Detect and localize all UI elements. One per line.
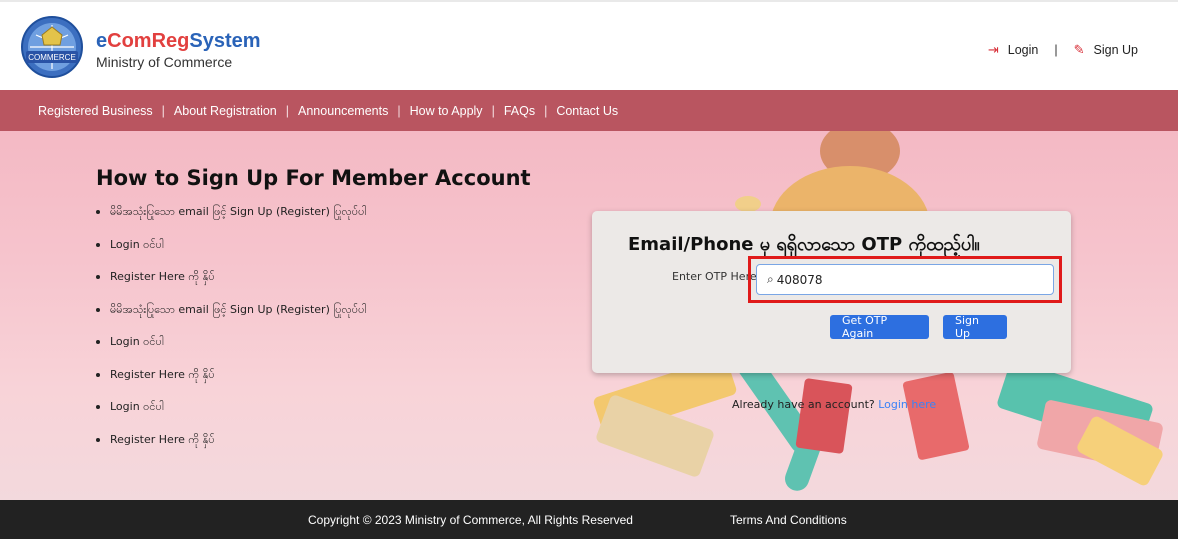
list-item: မိမိအသုံးပြုသော email ဖြင့် Sign Up (Reg… <box>96 302 366 335</box>
brand-title[interactable]: eComRegSystem <box>96 30 261 52</box>
illustration-shopping-bag <box>902 371 970 461</box>
step-text: Register Here ကို နှိပ် <box>110 270 215 283</box>
ministry-subtitle: Ministry of Commerce <box>96 54 233 70</box>
brand-part-comreg: ComReg <box>107 30 190 52</box>
bullet-icon <box>96 405 100 409</box>
bullet-icon <box>96 275 100 279</box>
bullet-icon <box>96 340 100 344</box>
nav-faqs[interactable]: FAQs <box>504 104 535 118</box>
brand-part-e: e <box>96 30 108 52</box>
already-text: Already have an account? <box>732 398 875 411</box>
otp-card: Email/Phone မှ ရရှိလာသော OTP ကိုထည့်ပါ။ … <box>592 211 1071 373</box>
get-otp-again-button[interactable]: Get OTP Again <box>830 314 929 340</box>
list-item: Register Here ကို နှိပ် <box>96 432 366 465</box>
otp-input-value: 408078 <box>776 272 823 287</box>
otp-highlight-box: ⌕ 408078 <box>748 256 1062 303</box>
otp-heading: Email/Phone မှ ရရှိလာသော OTP ကိုထည့်ပါ။ <box>628 234 980 255</box>
illustration-bubble <box>735 196 761 212</box>
signup-link[interactable]: Sign Up <box>1094 43 1138 57</box>
nav-separator: | <box>397 103 401 118</box>
brand-part-system: System <box>189 30 261 52</box>
top-header: COMMERCE eComRegSystem Ministry of Comme… <box>0 0 1178 87</box>
nav-separator: | <box>161 103 165 118</box>
terms-link[interactable]: Terms And Conditions <box>730 513 847 527</box>
list-item: မိမိအသုံးပြုသော email ဖြင့် Sign Up (Reg… <box>96 204 366 237</box>
svg-text:COMMERCE: COMMERCE <box>28 53 76 62</box>
edit-icon: ✎ <box>1073 42 1085 57</box>
bullet-icon <box>96 372 100 377</box>
nav-separator: | <box>285 103 289 118</box>
nav-registered-business[interactable]: Registered Business <box>38 104 153 118</box>
step-text: မိမိအသုံးပြုသော email ဖြင့် Sign Up (Reg… <box>110 302 367 316</box>
step-text: Register Here ကို နှိပ် <box>110 367 215 381</box>
bullet-icon <box>96 242 100 247</box>
bullet-icon <box>96 210 100 214</box>
already-account: Already have an account? Login here <box>732 398 936 411</box>
auth-links: ⇥ Login | ✎ Sign Up <box>988 42 1138 58</box>
nav-separator: | <box>491 103 495 118</box>
copyright-text: Copyright © 2023 Ministry of Commerce, A… <box>308 512 633 527</box>
step-text: မိမိအသုံးပြုသော email ဖြင့် Sign Up (Reg… <box>110 205 367 218</box>
step-text: Login ဝင်ပါ <box>110 237 164 251</box>
bullet-icon <box>96 437 100 442</box>
otp-input[interactable]: ⌕ 408078 <box>756 264 1054 295</box>
list-item: Register Here ကို နှိပ် <box>96 269 366 302</box>
list-item: Login ဝင်ပါ <box>96 399 366 432</box>
login-link[interactable]: Login <box>1008 43 1039 57</box>
login-here-link[interactable]: Login here <box>878 398 936 411</box>
step-text: Register Here ကို နှိပ် <box>110 432 215 446</box>
howto-steps: မိမိအသုံးပြုသော email ဖြင့် Sign Up (Reg… <box>96 204 366 464</box>
step-text: Login ဝင်ပါ <box>110 400 164 413</box>
nav-separator: | <box>544 103 548 118</box>
step-text: Login ဝင်ပါ <box>110 335 164 348</box>
footer: Copyright © 2023 Ministry of Commerce, A… <box>0 500 1178 539</box>
bullet-icon <box>96 307 100 312</box>
howto-heading: How to Sign Up For Member Account <box>96 166 531 190</box>
auth-separator: | <box>1054 43 1058 57</box>
main-nav: Registered Business | About Registration… <box>0 90 1178 131</box>
ministry-logo-icon[interactable]: COMMERCE <box>20 15 84 79</box>
otp-label: Enter OTP Here <box>672 270 757 283</box>
search-icon: ⌕ <box>767 272 774 286</box>
login-icon: ⇥ <box>987 42 999 57</box>
illustration-shopping-bag <box>795 378 853 454</box>
list-item: Login ဝင်ပါ <box>96 334 366 367</box>
list-item: Login ဝင်ပါ <box>96 237 366 270</box>
nav-about-registration[interactable]: About Registration <box>174 104 277 118</box>
nav-contact-us[interactable]: Contact Us <box>556 104 618 118</box>
nav-how-to-apply[interactable]: How to Apply <box>410 104 483 118</box>
sign-up-button[interactable]: Sign Up <box>943 314 1007 340</box>
nav-announcements[interactable]: Announcements <box>298 104 388 118</box>
list-item: Register Here ကို နှိပ် <box>96 367 366 400</box>
